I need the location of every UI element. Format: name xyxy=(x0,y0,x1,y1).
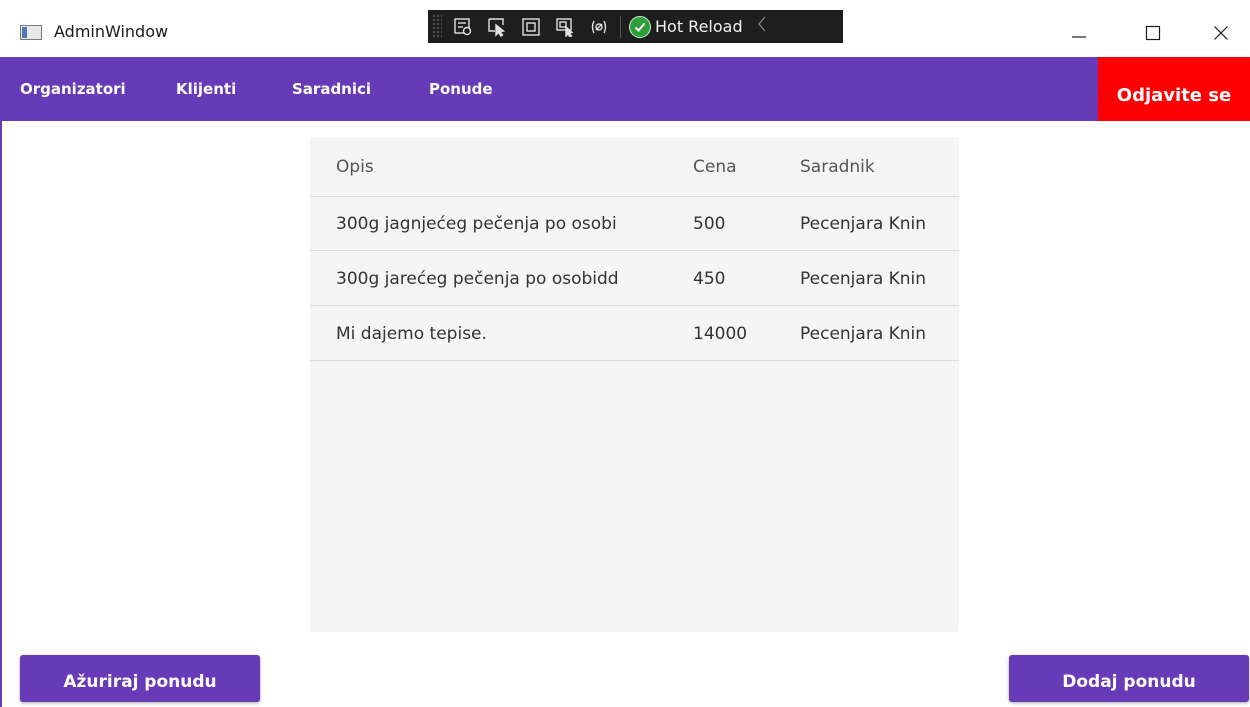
cell-cena: 500 xyxy=(693,214,726,234)
app-window-icon xyxy=(20,25,42,40)
toolbar-grip[interactable] xyxy=(432,14,442,39)
cell-opis: 300g jarećeg pečenja po osobidd xyxy=(336,269,619,289)
cell-cena: 450 xyxy=(693,269,726,289)
cell-cena: 14000 xyxy=(693,324,748,344)
close-button[interactable] xyxy=(1206,18,1236,48)
binding-failures-icon[interactable] xyxy=(586,16,612,38)
nav-item-saradnici[interactable]: Saradnici xyxy=(292,57,371,121)
check-icon xyxy=(629,15,651,38)
nav-item-ponude[interactable]: Ponude xyxy=(429,57,493,121)
nav-item-organizatori[interactable]: Organizatori xyxy=(20,57,126,121)
hot-reload-label: Hot Reload xyxy=(655,17,743,36)
logout-button[interactable]: Odjavite se xyxy=(1098,57,1250,121)
add-offer-button[interactable]: Dodaj ponudu xyxy=(1009,655,1249,702)
cell-saradnik: Pecenjara Knin xyxy=(800,269,927,289)
table-row[interactable]: Mi dajemo tepise. 14000 Pecenjara Knin xyxy=(310,307,959,361)
live-visual-tree-icon[interactable] xyxy=(450,16,476,38)
minimize-icon xyxy=(1072,36,1086,38)
toolbar-separator xyxy=(620,15,621,38)
cell-opis: Mi dajemo tepise. xyxy=(336,324,487,344)
grid-header-row: Opis Cena Saradnik xyxy=(310,137,959,197)
track-focused-element-icon[interactable] xyxy=(552,16,578,38)
cell-opis: 300g jagnjećeg pečenja po osobi xyxy=(336,214,617,234)
collapse-toolbar-icon[interactable] xyxy=(757,15,767,38)
window-left-border xyxy=(0,121,2,707)
maximize-button[interactable] xyxy=(1138,18,1168,48)
cell-saradnik: Pecenjara Knin xyxy=(800,214,927,234)
window-title: AdminWindow xyxy=(54,22,169,41)
update-offer-button[interactable]: Ažuriraj ponudu xyxy=(20,655,260,702)
column-header-saradnik[interactable]: Saradnik xyxy=(800,137,875,197)
display-layout-adorners-icon[interactable] xyxy=(518,16,544,38)
admin-window: AdminWindow Hot Reload Organizatori Klij… xyxy=(0,0,1250,707)
column-header-cena[interactable]: Cena xyxy=(693,137,737,197)
column-header-opis[interactable]: Opis xyxy=(336,137,374,197)
nav-bar: Organizatori Klijenti Saradnici Ponude O… xyxy=(0,57,1250,121)
xaml-devtools-toolbar: Hot Reload xyxy=(428,10,843,43)
close-icon xyxy=(1214,26,1228,40)
hot-reload-status[interactable]: Hot Reload xyxy=(629,15,743,38)
title-bar: AdminWindow Hot Reload xyxy=(0,0,1250,57)
table-row[interactable]: 300g jarećeg pečenja po osobidd 450 Pece… xyxy=(310,252,959,306)
maximize-icon xyxy=(1145,25,1161,41)
select-element-icon[interactable] xyxy=(484,16,510,38)
minimize-button[interactable] xyxy=(1064,18,1094,48)
table-row[interactable]: 300g jagnjećeg pečenja po osobi 500 Pece… xyxy=(310,197,959,251)
cell-saradnik: Pecenjara Knin xyxy=(800,324,927,344)
nav-item-klijenti[interactable]: Klijenti xyxy=(176,57,236,121)
offers-data-grid[interactable]: Opis Cena Saradnik 300g jagnjećeg pečenj… xyxy=(310,137,959,632)
